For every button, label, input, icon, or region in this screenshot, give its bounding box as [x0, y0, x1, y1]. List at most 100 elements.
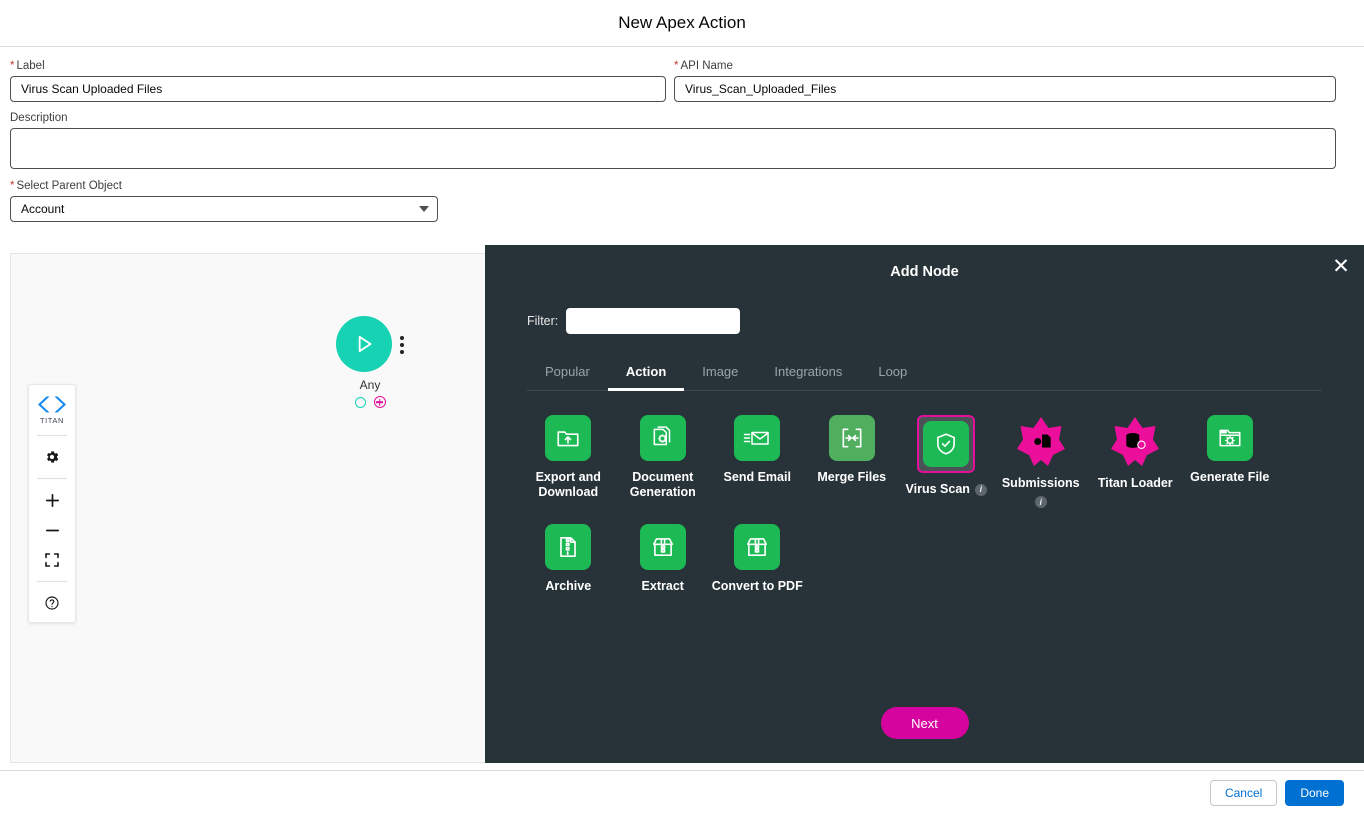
next-button-row: Next [485, 707, 1364, 739]
start-node-menu-button[interactable] [400, 336, 404, 354]
tab-image[interactable]: Image [684, 358, 756, 391]
node-category-tabs: Popular Action Image Integrations Loop [527, 358, 1322, 391]
node-option-virus-scan[interactable]: Virus Scan i [899, 415, 994, 508]
parent-object-field-label: * Select Parent Object [10, 180, 122, 192]
shield-check-icon [933, 431, 959, 457]
tab-integrations[interactable]: Integrations [756, 358, 860, 391]
titan-logo-text: TITAN [39, 416, 65, 425]
node-icon-tile [828, 415, 875, 461]
page-title: New Apex Action [618, 13, 746, 32]
parent-object-select[interactable]: Account [10, 196, 438, 222]
description-input[interactable] [10, 128, 1336, 169]
zoom-in-button[interactable] [37, 485, 67, 515]
filter-input[interactable] [566, 308, 741, 334]
fit-screen-icon [45, 553, 59, 567]
node-icon-tile [639, 415, 686, 461]
node-option-label-text: Archive [545, 579, 592, 593]
parent-object-value: Account [10, 196, 438, 222]
node-option-label: Submissions i [994, 476, 1089, 508]
node-icon-tile [1206, 415, 1253, 461]
filter-row: Filter: [527, 308, 1364, 334]
node-icon-tile [545, 415, 592, 461]
node-icon-frame [639, 415, 686, 461]
node-type-grid: Export and Download Document Generation Se… [521, 415, 1321, 610]
modal-footer: Cancel Done [0, 770, 1364, 814]
node-option-extract[interactable]: Extract [616, 524, 711, 594]
star-database-icon [1111, 417, 1160, 466]
node-option-label-text: Submissions [1001, 476, 1080, 490]
page-header: New Apex Action [0, 0, 1364, 47]
node-icon-frame [734, 524, 781, 570]
node-option-label: Virus Scan i [906, 482, 987, 497]
unzip-box-icon [744, 534, 770, 560]
tab-popular[interactable]: Popular [527, 358, 608, 391]
node-option-label: Send Email [724, 470, 791, 485]
node-option-label-text: Generate File [1190, 470, 1270, 484]
node-icon-frame [828, 415, 875, 461]
node-option-label: Export and Download [521, 470, 616, 500]
node-option-convert-to-pdf[interactable]: Convert to PDF [710, 524, 805, 594]
node-option-label: Generate File [1190, 470, 1269, 485]
node-option-label-text: Virus Scan [905, 482, 970, 496]
label-input[interactable] [10, 76, 667, 102]
start-node[interactable]: Any [336, 316, 404, 408]
node-option-label: Document Generation [616, 470, 711, 500]
node-option-submissions[interactable]: Submissions i [994, 415, 1089, 508]
connector-circle-icon[interactable] [354, 396, 366, 408]
done-button[interactable]: Done [1285, 779, 1344, 806]
zip-file-icon [555, 534, 581, 560]
start-node-label: Any [359, 378, 381, 392]
node-option-label-text: Export and Download [535, 470, 601, 499]
node-icon-frame [545, 524, 592, 570]
help-button[interactable] [37, 588, 67, 618]
info-icon[interactable]: i [974, 483, 987, 496]
next-button[interactable]: Next [880, 707, 969, 739]
cancel-button[interactable]: Cancel [1209, 779, 1278, 806]
minus-icon [45, 529, 59, 531]
node-option-label-text: Merge Files [817, 470, 887, 484]
add-node-plus-icon[interactable] [373, 396, 386, 408]
folder-gear-icon [1217, 425, 1243, 451]
node-option-label: Extract [642, 579, 684, 594]
node-option-label-text: Convert to PDF [711, 579, 803, 593]
fit-screen-button[interactable] [37, 545, 67, 575]
api-name-field-label: * API Name [674, 60, 733, 72]
titan-logo-icon [38, 396, 66, 413]
toolbar-divider [37, 435, 67, 436]
documents-gear-icon [650, 425, 676, 451]
node-option-generate-file[interactable]: Generate File [1183, 415, 1278, 508]
node-option-export-and-download[interactable]: Export and Download [521, 415, 616, 508]
node-icon-tile [734, 415, 781, 461]
kebab-dot [400, 350, 404, 354]
toolbar-divider [37, 478, 67, 479]
api-name-input[interactable] [674, 76, 1336, 102]
node-option-titan-loader[interactable]: Titan Loader [1088, 415, 1183, 508]
tab-action[interactable]: Action [607, 358, 685, 391]
unzip-box-icon [650, 534, 676, 560]
node-selection-frame [917, 415, 976, 473]
gear-icon [47, 451, 59, 463]
filter-label: Filter: [527, 314, 559, 328]
node-option-merge-files[interactable]: Merge Files [805, 415, 900, 508]
node-icon-frame [734, 415, 781, 461]
info-icon[interactable]: i [1034, 496, 1047, 508]
close-icon[interactable]: ✕ [1327, 252, 1355, 280]
required-asterisk: * [674, 60, 679, 72]
node-option-send-email[interactable]: Send Email [710, 415, 805, 508]
canvas-settings-button[interactable] [37, 442, 67, 472]
kebab-dot [400, 343, 404, 347]
zoom-out-button[interactable] [37, 515, 67, 545]
tab-loop[interactable]: Loop [860, 358, 925, 391]
node-icon-tile [923, 421, 970, 467]
chevron-down-icon [419, 206, 429, 212]
star-badge [1109, 415, 1161, 467]
node-option-label-text: Document Generation [629, 470, 696, 499]
apex-action-form: *Label *API Name Description *Select Par… [0, 47, 1364, 222]
start-node-circle[interactable] [336, 316, 392, 372]
required-asterisk: * [10, 180, 15, 192]
help-icon [45, 596, 59, 610]
node-option-archive[interactable]: Archive [521, 524, 616, 594]
node-option-document-generation[interactable]: Document Generation [616, 415, 711, 508]
node-icon-tile [545, 524, 592, 570]
toolbar-divider [37, 581, 67, 582]
